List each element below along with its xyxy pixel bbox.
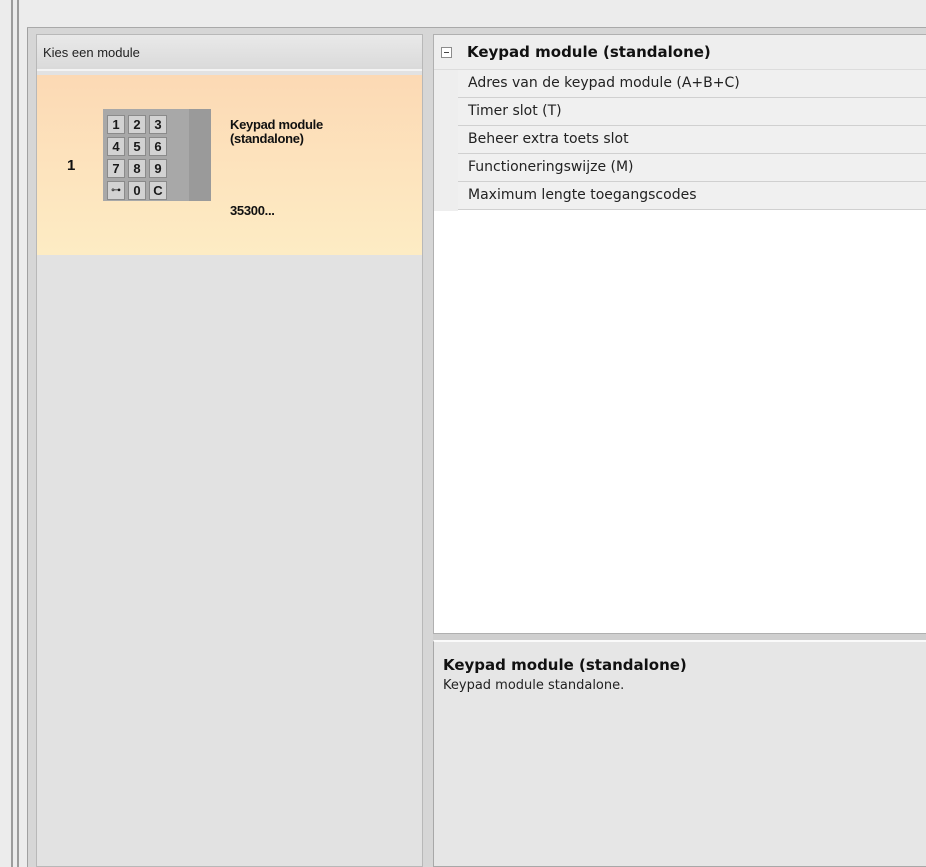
module-index: 1 — [67, 157, 76, 174]
property-help-box: Keypad module (standalone) Keypad module… — [433, 640, 926, 867]
main-content: Kies een module 1 1 2 3 4 5 6 7 8 9 ⊶ 0 … — [27, 28, 926, 867]
property-gutter — [434, 70, 458, 211]
window-left-edge — [0, 0, 27, 867]
keypad-key: 7 — [107, 159, 125, 178]
module-list-panel: Kies een module 1 1 2 3 4 5 6 7 8 9 ⊶ 0 … — [36, 34, 423, 867]
keypad-module-icon: 1 2 3 4 5 6 7 8 9 ⊶ 0 C — [103, 109, 211, 201]
help-title: Keypad module (standalone) — [443, 656, 687, 674]
property-grid: Keypad module (standalone) Adres van de … — [433, 34, 926, 634]
property-row[interactable]: Maximum lengte toegangscodes — [458, 182, 926, 210]
keypad-key: C — [149, 181, 167, 200]
keypad-key: 6 — [149, 137, 167, 156]
property-section-header[interactable]: Keypad module (standalone) — [434, 35, 926, 70]
keypad-key: 8 — [128, 159, 146, 178]
keypad-key: 1 — [107, 115, 125, 134]
property-row[interactable]: Timer slot (T) — [458, 98, 926, 126]
property-row[interactable]: Beheer extra toets slot — [458, 126, 926, 154]
help-description: Keypad module standalone. — [443, 678, 625, 693]
property-label: Maximum lengte toegangscodes — [468, 187, 697, 203]
module-name: Keypad module (standalone) — [230, 117, 323, 146]
property-label: Adres van de keypad module (A+B+C) — [468, 75, 740, 91]
keypad-key: 3 — [149, 115, 167, 134]
property-label: Functioneringswijze (M) — [468, 159, 634, 175]
keypad-key: 0 — [128, 181, 146, 200]
module-list-item[interactable]: 1 1 2 3 4 5 6 7 8 9 ⊶ 0 C Keypad module … — [37, 75, 422, 255]
keypad-key: 4 — [107, 137, 125, 156]
property-row[interactable]: Adres van de keypad module (A+B+C) — [458, 70, 926, 98]
property-label: Timer slot (T) — [468, 103, 562, 119]
keypad-key: 9 — [149, 159, 167, 178]
collapse-icon[interactable] — [441, 47, 452, 58]
keypad-key: 2 — [128, 115, 146, 134]
keypad-side-strip — [189, 109, 211, 201]
property-label: Beheer extra toets slot — [468, 131, 629, 147]
property-row[interactable]: Functioneringswijze (M) — [458, 154, 926, 182]
module-list-header: Kies een module — [37, 35, 422, 71]
keypad-key: 5 — [128, 137, 146, 156]
window-edge-line — [11, 0, 13, 867]
key-icon: ⊶ — [107, 181, 125, 200]
property-section-title: Keypad module (standalone) — [467, 43, 711, 61]
module-code: 35300... — [230, 203, 275, 218]
window-edge-line — [17, 0, 19, 867]
toolbar-strip — [27, 0, 926, 28]
